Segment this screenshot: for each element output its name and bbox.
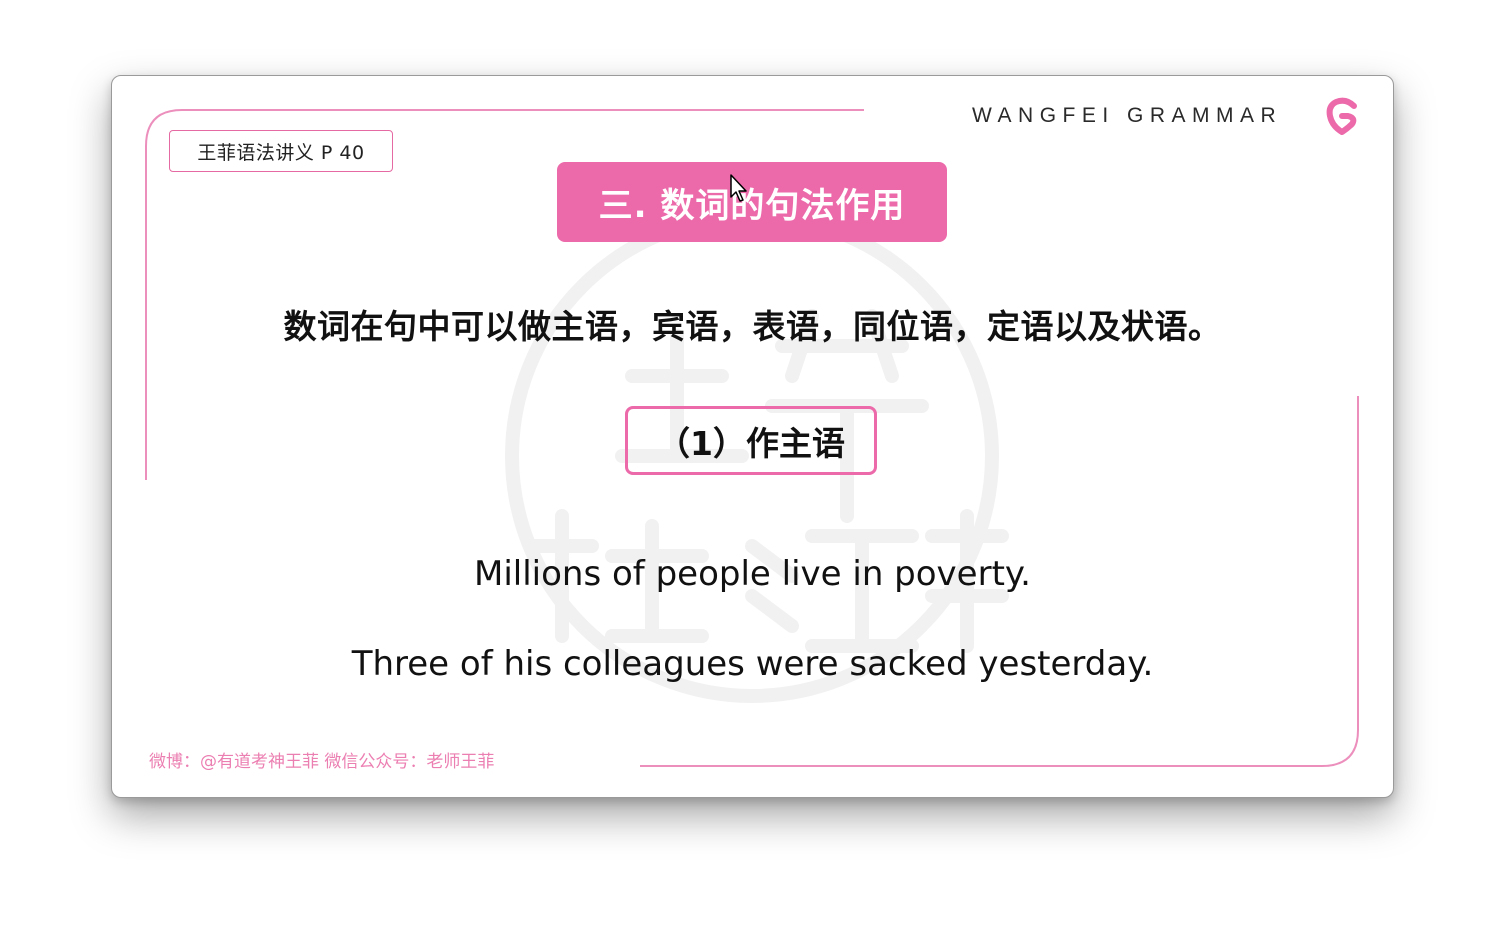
example-sentence-2: Three of his colleagues were sacked yest… <box>351 644 1154 684</box>
intro-sentence: 数词在句中可以做主语，宾语，表语，同位语，定语以及状语。 <box>283 307 1222 346</box>
brand-name: WANGFEI GRAMMAR <box>972 104 1283 127</box>
example-sentence-1: Millions of people live in poverty. <box>474 554 1031 594</box>
footer-credits: 微博：@有道考神王菲 微信公众号：老师王菲 <box>149 752 495 772</box>
mouse-cursor-icon <box>730 174 747 202</box>
page-tag: 王菲语法讲义 P 40 <box>169 130 393 172</box>
section-label: （1）作主语 <box>625 406 877 475</box>
slide-window: 王菲语法讲义 P 40 WANGFEI GRAMMAR 三. 数词的句法作用 数… <box>111 75 1394 798</box>
slide-title: 三. 数词的句法作用 <box>557 162 947 242</box>
g-heart-logo-icon <box>1326 97 1357 135</box>
